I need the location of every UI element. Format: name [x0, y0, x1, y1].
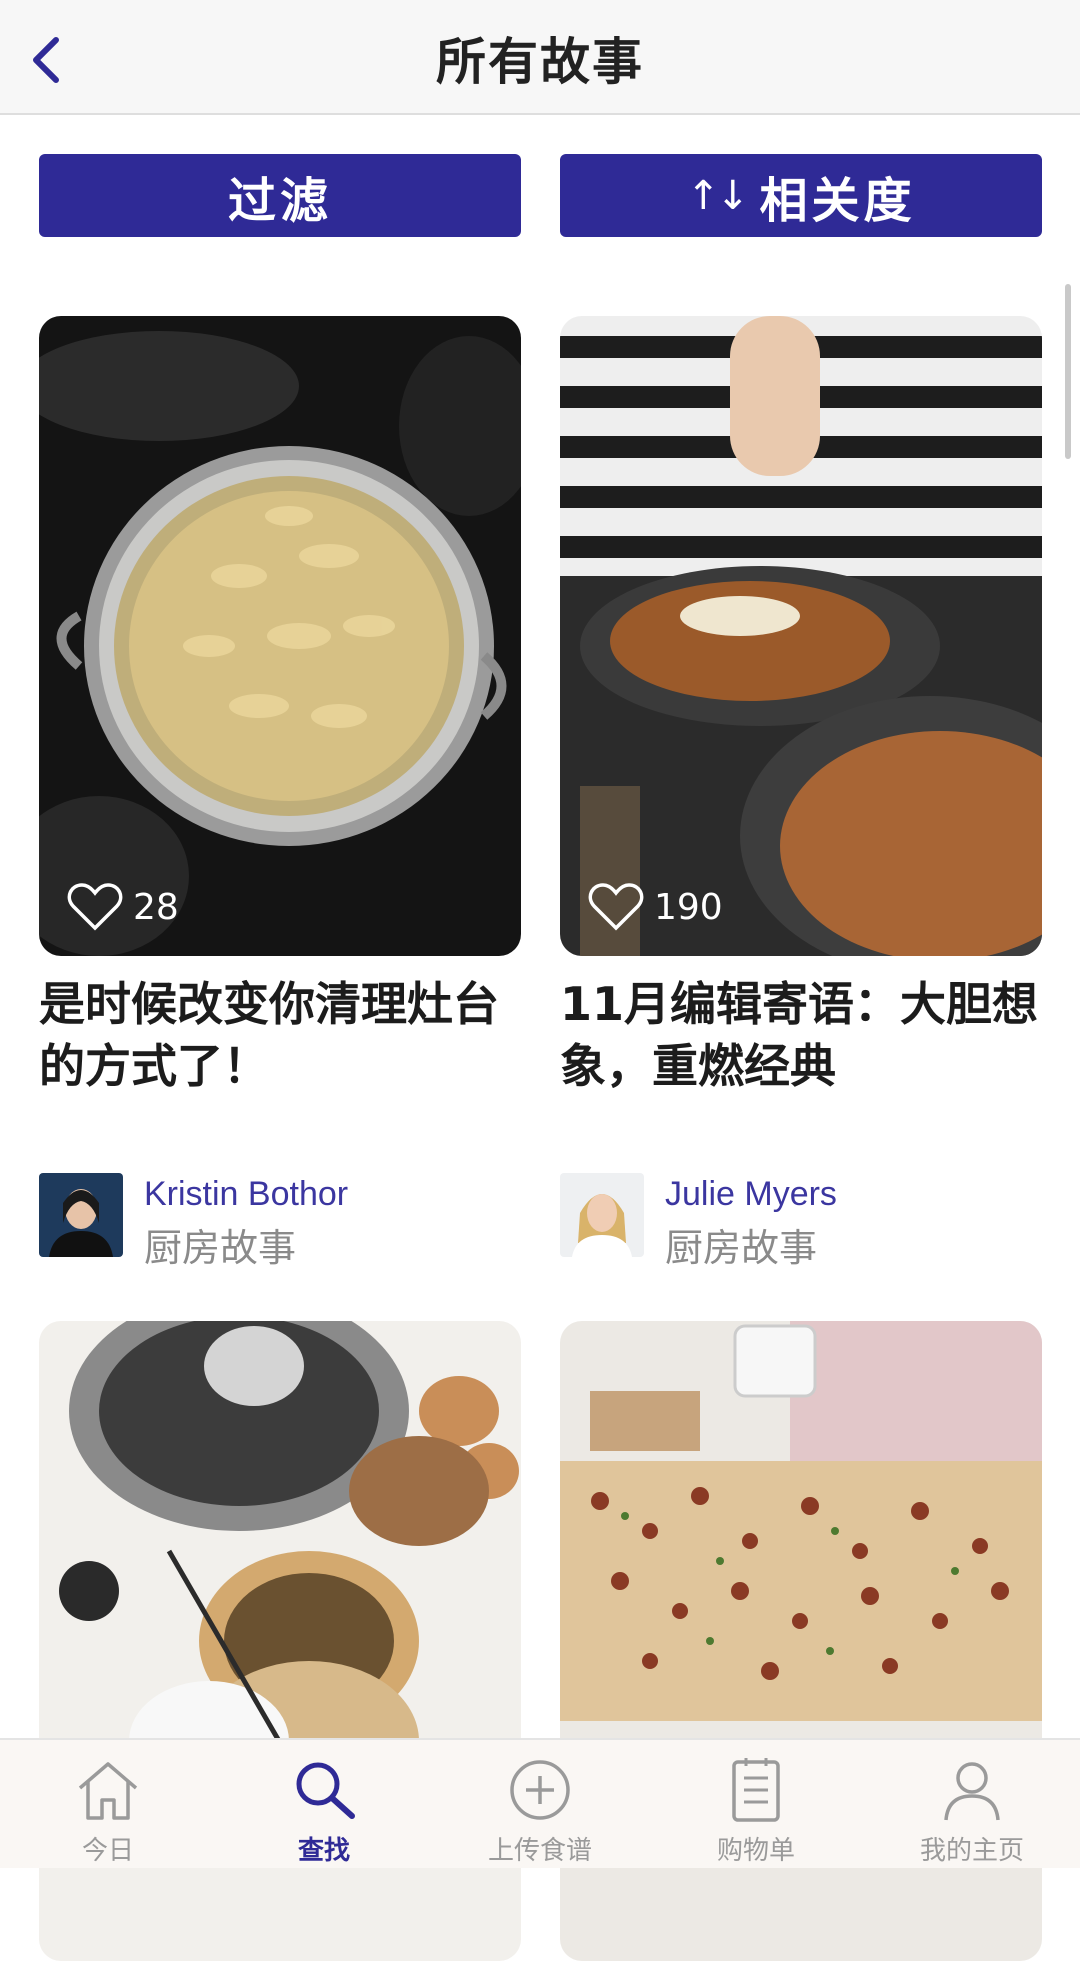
- like-count: 28: [133, 886, 179, 928]
- filter-button[interactable]: 过滤: [39, 154, 521, 237]
- story-category: 厨房故事: [665, 1226, 818, 1270]
- home-icon: [78, 1762, 138, 1820]
- tab-label: 今日: [81, 1836, 134, 1866]
- tab-today[interactable]: 今日: [0, 1740, 216, 1870]
- search-icon: [296, 1762, 355, 1819]
- tab-label: 上传食谱: [487, 1836, 592, 1866]
- sort-icon: ↑↓: [686, 172, 749, 219]
- story-image[interactable]: 190: [560, 316, 1042, 956]
- plus-circle-icon: [510, 1760, 570, 1820]
- author-name[interactable]: Julie Myers: [665, 1175, 837, 1214]
- sort-button[interactable]: ↑↓ 相关度: [560, 154, 1042, 237]
- author-row[interactable]: Julie Myers 厨房故事: [560, 1173, 1042, 1270]
- like-button[interactable]: 28: [67, 882, 179, 932]
- tab-label: 查找: [297, 1836, 350, 1866]
- like-count: 190: [654, 886, 723, 928]
- tab-label: 我的主页: [919, 1836, 1024, 1866]
- tab-bar: 今日 查找 上传食谱 购物单 我的主页: [0, 1738, 1080, 1868]
- heart-icon: [67, 883, 123, 931]
- tab-search[interactable]: 查找: [216, 1740, 432, 1870]
- page-title: 所有故事: [436, 33, 644, 91]
- tab-upload-recipe[interactable]: 上传食谱: [432, 1740, 648, 1870]
- filter-label: 过滤: [227, 172, 332, 229]
- tab-label: 购物单: [716, 1836, 795, 1866]
- heart-icon: [588, 883, 644, 931]
- author-row[interactable]: Kristin Bothor 厨房故事: [39, 1173, 521, 1270]
- story-title[interactable]: 11月编辑寄语：大胆想象，重燃经典: [560, 973, 1042, 1097]
- story-image[interactable]: 28: [39, 316, 521, 956]
- top-bar: 所有故事: [0, 0, 1080, 115]
- story-category: 厨房故事: [144, 1226, 297, 1270]
- avatar: [39, 1173, 123, 1257]
- like-button[interactable]: 190: [588, 882, 723, 932]
- avatar: [560, 1173, 644, 1257]
- story-title[interactable]: 是时候改变你清理灶台的方式了！: [39, 973, 521, 1097]
- tab-my-profile[interactable]: 我的主页: [864, 1740, 1080, 1870]
- list-icon: [732, 1758, 780, 1822]
- author-name[interactable]: Kristin Bothor: [144, 1175, 348, 1214]
- tab-shopping-list[interactable]: 购物单: [648, 1740, 864, 1870]
- user-icon: [944, 1762, 1000, 1821]
- sort-label: 相关度: [759, 172, 916, 229]
- scrollbar[interactable]: [1065, 284, 1071, 459]
